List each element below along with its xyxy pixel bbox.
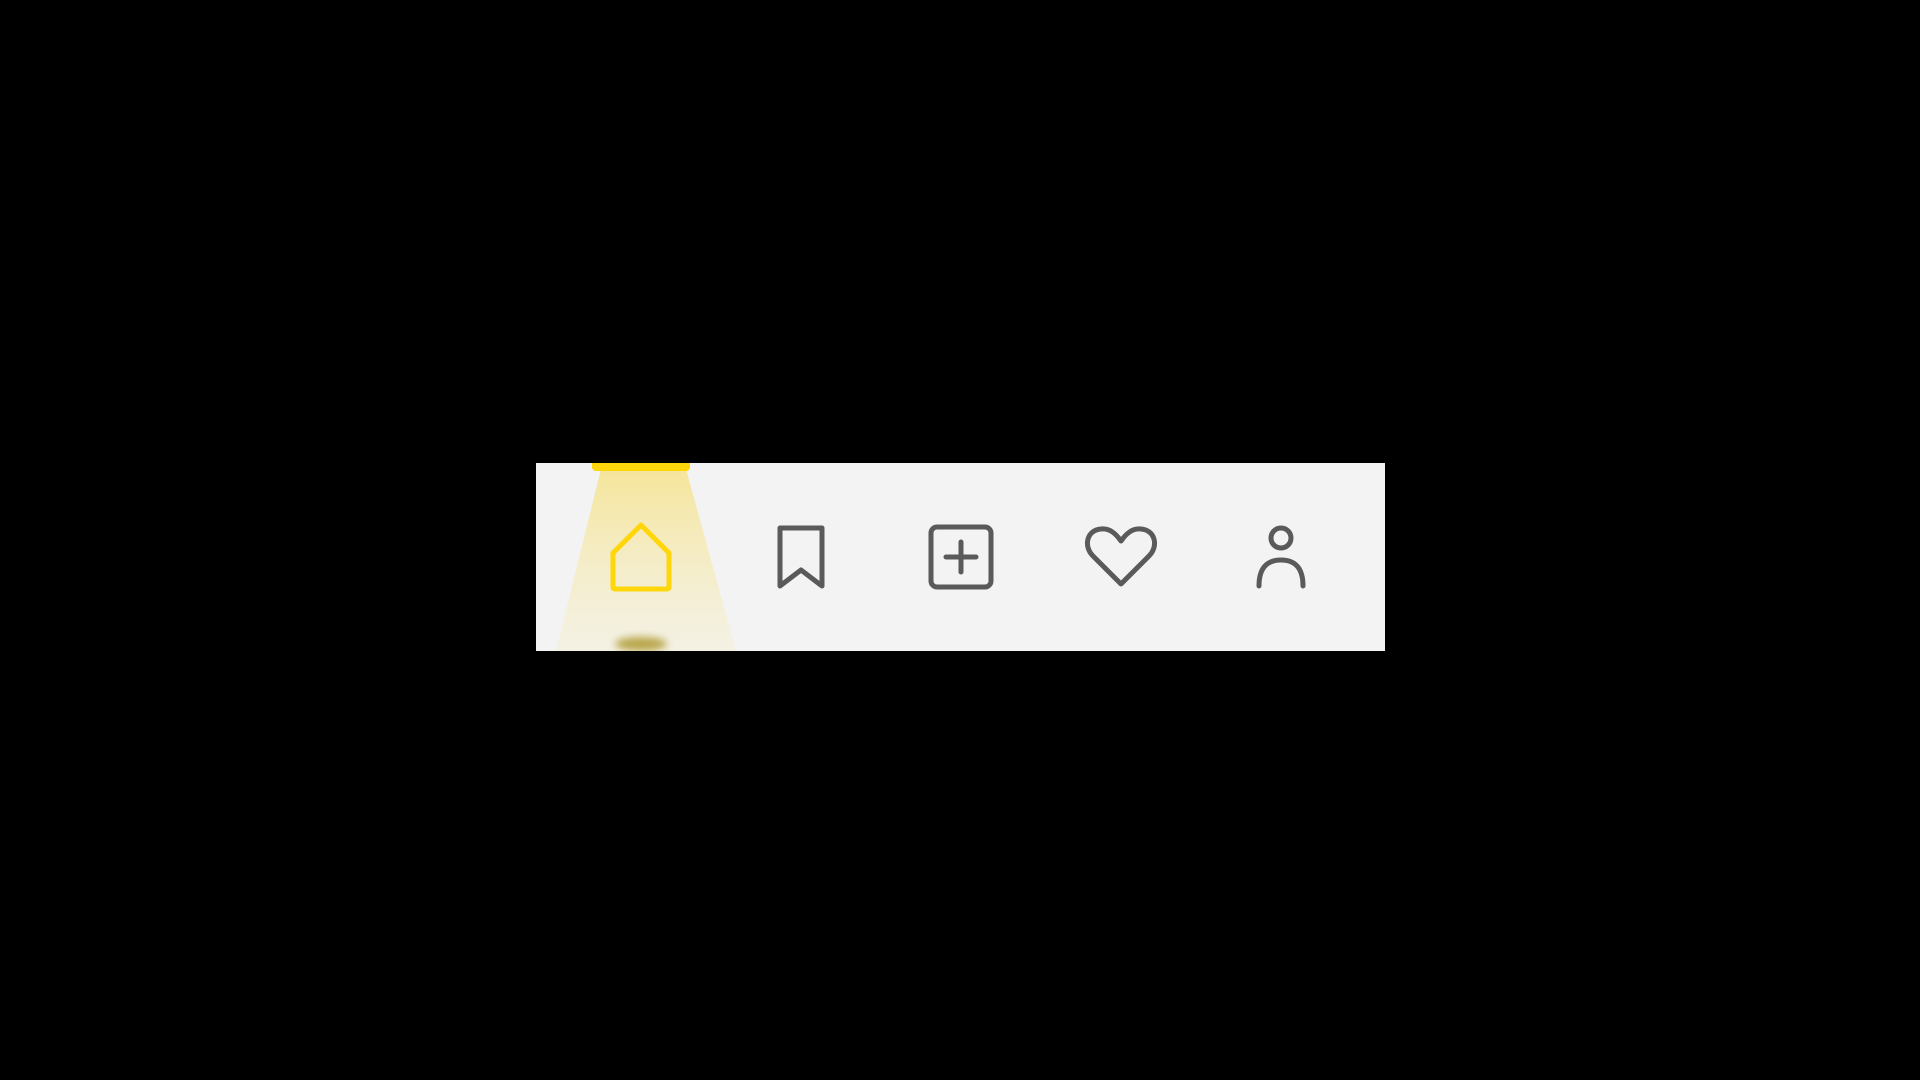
nav-item-add[interactable] xyxy=(881,463,1041,651)
heart-icon xyxy=(1084,526,1158,587)
nav-item-home[interactable] xyxy=(561,463,721,651)
bottom-navigation-bar xyxy=(536,463,1385,651)
home-icon xyxy=(610,522,672,592)
bookmark-icon xyxy=(777,525,825,589)
user-icon xyxy=(1256,525,1306,589)
active-shadow xyxy=(615,637,667,651)
active-indicator-bar xyxy=(592,463,690,471)
nav-item-bookmark[interactable] xyxy=(721,463,881,651)
nav-item-profile[interactable] xyxy=(1201,463,1361,651)
add-square-icon xyxy=(928,524,994,590)
nav-item-favorites[interactable] xyxy=(1041,463,1201,651)
screen xyxy=(0,0,1920,1080)
